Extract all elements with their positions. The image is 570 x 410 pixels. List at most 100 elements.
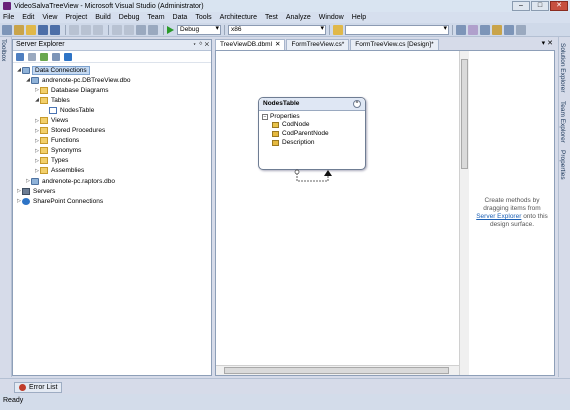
menu-architecture[interactable]: Architecture [220, 14, 257, 21]
window-title: VideoSalvaTreeView - Microsoft Visual St… [14, 2, 204, 10]
menu-help[interactable]: Help [352, 14, 366, 21]
tab-formtreeview-cs[interactable]: FormTreeView.cs* [286, 39, 350, 50]
bottom-tool-strip: Error List [0, 378, 570, 394]
menu-analyze[interactable]: Analyze [286, 14, 311, 21]
tree-node[interactable]: ▷ SharePoint Connections [13, 196, 211, 206]
server-explorer-pane: Server Explorer ▾ ᛜ ✕ ◢ Data Connections ◢… [12, 39, 212, 376]
hint-text: onto this [523, 213, 548, 220]
pane-window-buttons[interactable]: ▾ ᛜ ✕ [193, 40, 210, 50]
menu-bar: File Edit View Project Build Debug Team … [0, 12, 570, 23]
open-file-icon[interactable] [26, 24, 36, 35]
tree-node[interactable]: ▷ andrenote-pc.raptors.dbo [13, 176, 211, 186]
find-in-files-icon[interactable] [333, 24, 343, 35]
refresh-icon[interactable] [16, 52, 24, 61]
toolbar-separator [329, 24, 330, 35]
properties-tab[interactable]: Properties [559, 148, 566, 182]
tab-formtreeview-design[interactable]: FormTreeView.cs [Design]* [350, 39, 439, 50]
window-controls: – □ ✕ [512, 1, 568, 11]
minimize-button[interactable]: – [512, 1, 530, 11]
hint-line: Server Explorer onto this [470, 213, 554, 221]
close-tab-icon[interactable]: ✕ [275, 41, 280, 48]
navigate-back-icon[interactable] [136, 24, 146, 35]
connections-tree: ◢ Data Connections ◢ andrenote-pc.DBTreeVie… [13, 63, 211, 206]
menu-build[interactable]: Build [95, 14, 111, 21]
tree-node[interactable]: ◢ Tables [13, 95, 211, 105]
tree-node-label: Database Diagrams [51, 86, 109, 94]
tree-node[interactable]: ▷ Functions [13, 136, 211, 146]
menu-edit[interactable]: Edit [22, 14, 34, 21]
start-page-icon[interactable] [504, 24, 514, 35]
cut-icon[interactable] [69, 24, 79, 35]
solution-explorer-icon[interactable] [456, 24, 466, 35]
toolbar-separator [65, 24, 66, 35]
tree-node[interactable]: ◢ andrenote-pc.DBTreeView.dbo [13, 75, 211, 85]
document-area: TreeViewDB.dbml ✕ FormTreeView.cs* FormTr… [215, 39, 555, 376]
redo-icon[interactable] [124, 24, 134, 35]
object-browser-icon[interactable] [480, 24, 490, 35]
menu-test[interactable]: Test [265, 14, 278, 21]
tree-node[interactable]: ▷ Database Diagrams [13, 85, 211, 95]
design-surface[interactable]: NodesTable ⌃ − Properties CodNode CodPar… [216, 51, 459, 375]
toolbox-tab[interactable]: Toolbox [0, 37, 7, 63]
connect-to-sharepoint-icon[interactable] [64, 52, 72, 61]
tab-treeviewdb-dbml[interactable]: TreeViewDB.dbml ✕ [215, 39, 286, 50]
menu-window[interactable]: Window [319, 14, 344, 21]
solution-platform-select[interactable]: x86 [228, 24, 326, 35]
save-all-icon[interactable] [50, 24, 60, 35]
toolbox-icon[interactable] [492, 24, 502, 35]
menu-data[interactable]: Data [173, 14, 188, 21]
scrollbar-thumb[interactable] [461, 59, 468, 169]
maximize-button[interactable]: □ [531, 1, 549, 11]
self-association-line[interactable] [216, 51, 459, 211]
tree-node[interactable]: ▷ Servers [13, 186, 211, 196]
solution-configuration-select[interactable]: Debug [177, 24, 221, 35]
folder-icon [40, 86, 48, 94]
start-debugging-icon[interactable] [167, 25, 174, 34]
tree-node[interactable]: ◢ Data Connections [13, 65, 211, 75]
menu-project[interactable]: Project [65, 14, 87, 21]
tab-label: TreeViewDB.dbml [220, 41, 273, 48]
tree-node[interactable]: ▷ Assemblies [13, 166, 211, 176]
save-icon[interactable] [38, 24, 48, 35]
toolbar-separator [224, 24, 225, 35]
error-list-tab[interactable]: Error List [14, 382, 63, 393]
extension-manager-icon[interactable] [516, 24, 526, 35]
horizontal-scrollbar[interactable] [216, 365, 459, 375]
tree-node[interactable]: ▷ Views [13, 115, 211, 125]
menu-team[interactable]: Team [147, 14, 164, 21]
toolbar-separator [452, 24, 453, 35]
stop-refresh-icon[interactable] [28, 52, 36, 61]
navigate-forward-icon[interactable] [148, 24, 158, 35]
tree-node[interactable]: ▷ Stored Procedures [13, 126, 211, 136]
solution-explorer-tab[interactable]: Solution Explorer [559, 41, 566, 95]
add-item-icon[interactable] [14, 24, 24, 35]
connect-to-server-icon[interactable] [52, 52, 60, 61]
find-combo[interactable] [345, 24, 449, 35]
toolbar-separator [163, 24, 164, 35]
undo-icon[interactable] [112, 24, 122, 35]
document-tab-strip: TreeViewDB.dbml ✕ FormTreeView.cs* FormTr… [215, 39, 555, 50]
tab-strip-controls[interactable]: ▾ ✕ [542, 39, 553, 47]
copy-icon[interactable] [81, 24, 91, 35]
tree-node-label: Types [51, 157, 69, 165]
menu-debug[interactable]: Debug [119, 14, 140, 21]
menu-file[interactable]: File [3, 14, 14, 21]
db-icon [31, 177, 39, 185]
properties-window-icon[interactable] [468, 24, 478, 35]
tree-node[interactable]: NodesTable [13, 105, 211, 115]
vertical-scrollbar[interactable] [459, 51, 469, 375]
table-icon [49, 106, 57, 114]
server-explorer-link[interactable]: Server Explorer [476, 213, 521, 220]
scrollbar-thumb[interactable] [224, 367, 449, 374]
methods-pane[interactable]: Create methods by dragging items from Se… [470, 51, 554, 375]
tree-node-label: Data Connections [32, 65, 90, 75]
menu-tools[interactable]: Tools [195, 14, 211, 21]
team-explorer-tab[interactable]: Team Explorer [559, 99, 566, 145]
tree-node[interactable]: ▷ Types [13, 156, 211, 166]
tree-node[interactable]: ▷ Synonyms [13, 146, 211, 156]
new-project-icon[interactable] [2, 24, 12, 35]
connect-to-database-icon[interactable] [40, 52, 48, 61]
paste-icon[interactable] [93, 24, 103, 35]
menu-view[interactable]: View [42, 14, 57, 21]
close-button[interactable]: ✕ [550, 1, 568, 11]
